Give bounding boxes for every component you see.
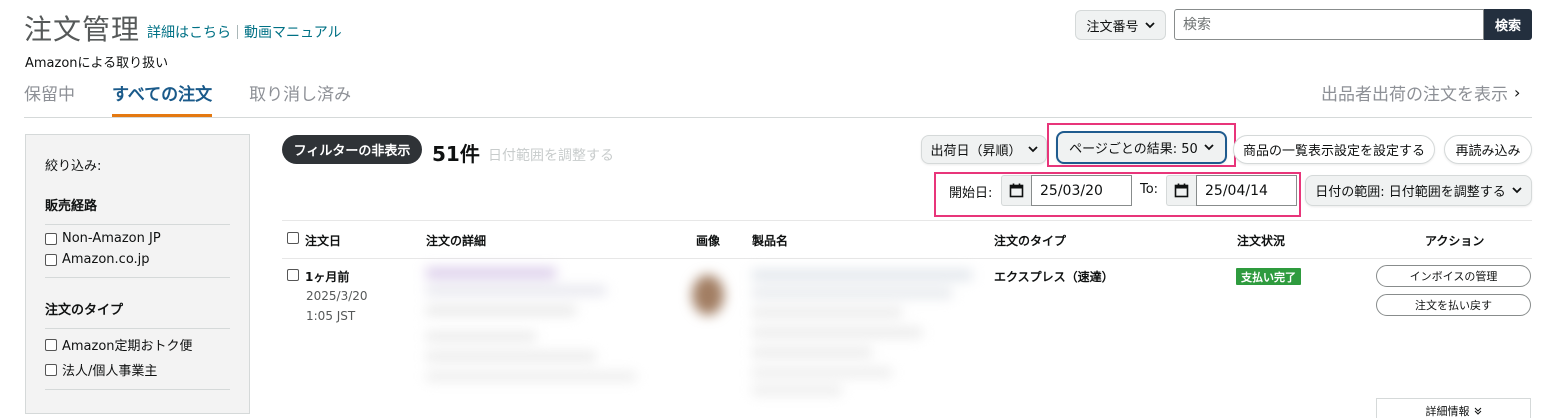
product-image-redacted (692, 275, 724, 315)
filter-heading: 絞り込み: (45, 159, 102, 174)
order-time: 1:05 JST (306, 309, 356, 323)
filter-option-amazon-co-jp[interactable]: Amazon.co.jp (45, 252, 230, 267)
chevron-double-down-icon (1474, 407, 1481, 415)
start-date-input[interactable]: 25/03/20 (1031, 175, 1132, 206)
tab-pending[interactable]: 保留中 (24, 80, 75, 117)
show-seller-orders-label: 出品者出荷の注文を表示 (1321, 85, 1508, 105)
help-links: 詳細はこちら 動画マニュアル (147, 22, 342, 42)
filter-sidebar: 絞り込み: 販売経路 Non-Amazon JP Amazon.co.jp 注文… (25, 134, 250, 414)
chevron-right-icon: › (1514, 83, 1521, 102)
page-title: 注文管理 (24, 13, 141, 46)
filter-option-subscribe-save[interactable]: Amazon定期おトク便 (45, 335, 230, 354)
results-per-page-select[interactable]: ページごとの結果: 50 (1056, 131, 1227, 164)
column-header-product-name: 製品名 (752, 234, 789, 248)
tab-all-orders[interactable]: すべての注文 (112, 80, 213, 117)
tab-divider (24, 117, 1532, 118)
more-info-label: 詳細情報 (1425, 404, 1470, 418)
filter-option-non-amazon-jp[interactable]: Non-Amazon JP (45, 231, 230, 246)
status-badge: 支払い完了 (1236, 268, 1301, 285)
column-header-order-type: 注文のタイプ (994, 234, 1067, 248)
filter-section-title: 販売経路 (45, 195, 230, 225)
date-range-select[interactable]: 日付の範囲: 日付範囲を調整する (1305, 175, 1532, 206)
filter-option-label: Amazon.co.jp (62, 252, 150, 267)
refund-order-button[interactable]: 注文を払い戻す (1376, 294, 1531, 316)
calendar-icon (1009, 183, 1024, 198)
filter-option-label: Non-Amazon JP (62, 231, 161, 246)
calendar-icon (1174, 183, 1189, 198)
end-calendar-button[interactable] (1166, 175, 1196, 206)
filter-section-title: 注文のタイプ (45, 299, 230, 329)
table-divider (282, 220, 1532, 221)
search-type-label: 注文番号 (1086, 19, 1139, 35)
video-manual-link[interactable]: 動画マニュアル (244, 22, 342, 42)
date-range-label: 日付の範囲: 日付範囲を調整する (1315, 185, 1506, 200)
reload-button[interactable]: 再読み込み (1444, 135, 1532, 164)
list-settings-button[interactable]: 商品の一覧表示設定を設定する (1233, 135, 1435, 164)
column-header-order-status: 注文状況 (1237, 234, 1286, 248)
show-seller-orders-link[interactable]: 出品者出荷の注文を表示 › (1321, 80, 1520, 105)
link-divider (237, 25, 238, 39)
order-date: 2025/3/20 (306, 289, 368, 303)
filter-option-label: Amazon定期おトク便 (62, 339, 193, 354)
select-all-checkbox[interactable] (287, 232, 299, 244)
column-header-image: 画像 (696, 234, 721, 248)
chevron-down-icon (1144, 21, 1155, 28)
help-link[interactable]: 詳細はこちら (147, 22, 231, 42)
chevron-down-icon (1204, 144, 1214, 151)
per-page-label: ページごとの結果: 50 (1069, 142, 1198, 157)
product-name-redacted (752, 270, 972, 395)
search-input[interactable] (1174, 9, 1484, 40)
more-info-toggle[interactable]: 詳細情報 (1376, 398, 1531, 418)
column-header-order-date[interactable]: 注文日 (305, 232, 341, 249)
tab-cancelled[interactable]: 取り消し済み (249, 80, 351, 117)
checkbox[interactable] (45, 338, 57, 351)
column-header-action: アクション (1425, 234, 1485, 248)
row-checkbox[interactable] (287, 269, 299, 281)
end-date-input[interactable]: 25/04/14 (1196, 175, 1297, 206)
column-header-order-details: 注文の詳細 (426, 234, 487, 248)
table-divider (282, 258, 1532, 259)
checkbox[interactable] (45, 232, 57, 245)
chevron-down-icon (1027, 146, 1038, 153)
search-button[interactable]: 検索 (1484, 9, 1532, 40)
manage-invoice-button[interactable]: インボイスの管理 (1376, 265, 1531, 287)
checkbox[interactable] (45, 253, 57, 266)
chevron-down-icon (1512, 187, 1522, 194)
hide-filters-button[interactable]: フィルターの非表示 (282, 135, 422, 164)
filter-options: Non-Amazon JP Amazon.co.jp (45, 231, 230, 278)
start-calendar-button[interactable] (1001, 175, 1031, 206)
sort-select[interactable]: 出荷日（昇順） (921, 135, 1047, 164)
checkbox[interactable] (45, 363, 57, 376)
order-type-value: エクスプレス（速達） (994, 270, 1114, 284)
filter-option-business[interactable]: 法人/個人事業主 (45, 360, 230, 379)
end-date-label: To: (1140, 182, 1159, 197)
search-type-select[interactable]: 注文番号 (1075, 10, 1166, 40)
subheading: Amazonによる取り扱い (25, 56, 169, 71)
order-details-redacted (426, 268, 636, 381)
start-date-label: 開始日: (949, 186, 993, 201)
order-tabs: 保留中 すべての注文 取り消し済み (24, 80, 388, 117)
sort-label: 出荷日（昇順） (930, 144, 1022, 159)
filter-option-label: 法人/個人事業主 (62, 364, 158, 379)
result-count: 51件 (432, 142, 480, 166)
filter-options: Amazon定期おトク便 法人/個人事業主 (45, 335, 230, 390)
adjust-date-hint: 日付範囲を調整する (488, 148, 614, 164)
order-age: 1ヶ月前 (305, 270, 350, 284)
